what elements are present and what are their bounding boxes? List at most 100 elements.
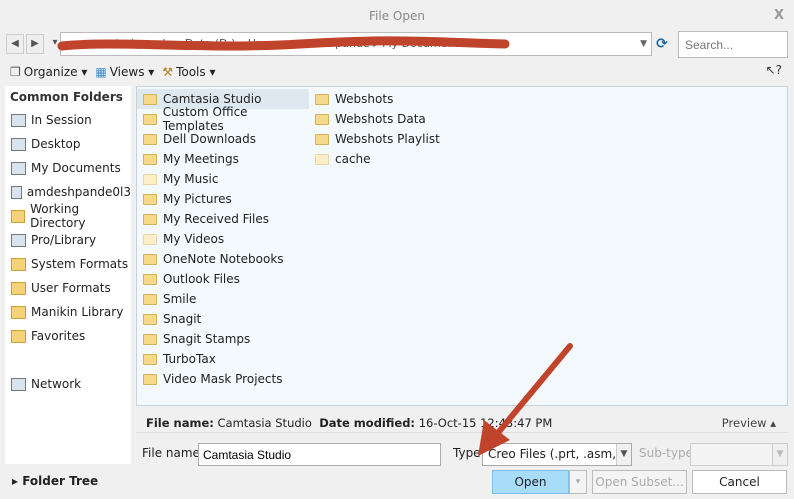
sidebar-item[interactable]: In Session <box>5 108 131 132</box>
folder-item[interactable]: My Videos <box>137 229 309 249</box>
folder-icon <box>143 333 157 345</box>
network-icon <box>11 377 26 391</box>
folder-icon <box>143 213 157 225</box>
folder-name: Custom Office Templates <box>162 105 248 133</box>
folder-item[interactable]: Webshots Data <box>309 109 481 129</box>
computer-icon <box>11 185 22 199</box>
sidebar-item-label: Network <box>31 377 82 391</box>
folder-item[interactable]: My Pictures <box>137 189 309 209</box>
address-bar[interactable]: ▸ amdeshpande ▸ Data (D:) ▸ Users ▸ amde… <box>60 32 652 56</box>
folder-item[interactable]: Snagit Stamps <box>137 329 309 349</box>
folder-icon <box>11 209 26 223</box>
folder-item[interactable]: Custom Office Templates <box>137 105 309 133</box>
sidebar-item[interactable]: Manikin Library <box>5 300 131 324</box>
open-button[interactable]: Open <box>492 470 569 494</box>
folder-tree-toggle[interactable]: ▸ Folder Tree <box>12 474 98 488</box>
open-subset-button[interactable]: Open Subset... <box>592 470 687 494</box>
folder-name: Snagit Stamps <box>163 332 251 346</box>
folder-name: Video Mask Projects <box>163 372 283 386</box>
folder-icon <box>143 133 157 145</box>
sidebar-item[interactable]: Favorites <box>5 324 131 348</box>
folder-icon <box>143 193 157 205</box>
type-value: Creo Files (.prt, .asm, .drw, ...) <box>488 447 631 461</box>
sidebar-item-label: Desktop <box>31 137 81 151</box>
folder-item[interactable]: Video Mask Projects <box>137 369 309 389</box>
sidebar-item[interactable]: Network <box>5 372 131 396</box>
tools-menu[interactable]: ⚒ Tools ▾ <box>162 62 215 82</box>
file-info-bar: File name: Camtasia Studio Date modified… <box>136 413 788 433</box>
folder-icon <box>143 233 157 245</box>
favorites-icon <box>11 329 26 343</box>
close-button[interactable]: X <box>774 8 784 23</box>
folder-name: My Received Files <box>163 212 270 226</box>
preview-toggle[interactable]: Preview ▴ <box>722 413 776 433</box>
folder-item[interactable]: Smile <box>137 289 309 309</box>
folder-icon <box>143 373 157 385</box>
folder-name: Smile <box>163 292 197 306</box>
sidebar-item[interactable]: My Documents <box>5 156 131 180</box>
sidebar-heading: Common Folders <box>10 90 123 104</box>
forward-button[interactable]: ▶ <box>26 34 44 54</box>
sidebar-item-label: In Session <box>31 113 92 127</box>
chevron-down-icon[interactable]: ▼ <box>640 33 647 55</box>
monitor-icon <box>11 113 26 127</box>
sidebar-item[interactable]: Working Directory <box>5 202 131 230</box>
cancel-button[interactable]: Cancel <box>692 470 787 494</box>
folder-name: Outlook Files <box>163 272 240 286</box>
folder-name: TurboTax <box>163 352 216 366</box>
folder-name: My Videos <box>163 232 225 246</box>
folder-icon <box>315 113 329 125</box>
folder-name: Dell Downloads <box>163 132 257 146</box>
sidebar-item-label: Working Directory <box>30 202 86 230</box>
sidebar-item-label: Pro/Library <box>31 233 97 247</box>
sidebar-item[interactable]: System Formats <box>5 252 131 276</box>
folder-icon <box>143 353 157 365</box>
search-input[interactable] <box>678 31 788 58</box>
documents-icon <box>11 161 26 175</box>
sidebar-item-label: Favorites <box>31 329 86 343</box>
organize-menu[interactable]: ❐ Organize ▾ <box>10 62 87 82</box>
help-button[interactable]: ↖? <box>766 63 782 77</box>
desktop-icon <box>11 137 26 151</box>
folder-name: Camtasia Studio <box>163 92 262 106</box>
folder-name: cache <box>335 152 371 166</box>
back-button[interactable]: ◀ <box>6 34 24 54</box>
folder-item[interactable]: Outlook Files <box>137 269 309 289</box>
folder-item[interactable]: cache <box>309 149 481 169</box>
folder-item[interactable]: My Received Files <box>137 209 309 229</box>
folder-item[interactable]: TurboTax <box>137 349 309 369</box>
sidebar-item[interactable]: User Formats <box>5 276 131 300</box>
views-menu[interactable]: ▦ Views ▾ <box>95 62 154 82</box>
folder-icon <box>315 93 329 105</box>
folder-item[interactable]: Snagit <box>137 309 309 329</box>
sidebar-item[interactable]: Pro/Library <box>5 228 131 252</box>
address-breadcrumb: ▸ amdeshpande ▸ Data (D:) ▸ Users ▸ amde… <box>85 37 465 50</box>
folder-item[interactable]: OneNote Notebooks <box>137 249 309 269</box>
subtype-label: Sub-type <box>639 446 693 460</box>
folder-item[interactable]: My Meetings <box>137 149 309 169</box>
folder-item[interactable]: My Music <box>137 169 309 189</box>
library-icon <box>11 233 26 247</box>
sidebar-item-label: Manikin Library <box>31 305 124 319</box>
refresh-button[interactable]: ⟳ <box>652 33 672 55</box>
folder-name: My Pictures <box>163 192 232 206</box>
type-select[interactable]: Creo Files (.prt, .asm, .drw, ...)▼ <box>482 443 632 466</box>
sidebar-item[interactable]: Desktop <box>5 132 131 156</box>
open-dropdown-button[interactable]: ▾ <box>569 470 587 494</box>
folder-name: My Music <box>163 172 219 186</box>
folder-item[interactable]: Webshots <box>309 89 481 109</box>
folder-name: Webshots Data <box>335 112 426 126</box>
sidebar-item[interactable]: amdeshpande0l3 <box>5 180 131 204</box>
chevron-down-icon[interactable]: ▼ <box>616 444 631 465</box>
file-list[interactable]: Camtasia Studio Custom Office Templates De… <box>136 86 788 406</box>
window-title: File Open <box>369 9 425 23</box>
folder-icon <box>143 253 157 265</box>
sidebar-item-label: My Documents <box>31 161 121 175</box>
file-name-input[interactable] <box>198 443 441 466</box>
folder-item[interactable]: Webshots Playlist <box>309 129 481 149</box>
chevron-down-icon: ▼ <box>772 444 787 465</box>
subtype-select[interactable]: ▼ <box>690 443 788 466</box>
folder-icon <box>143 273 157 285</box>
file-name-label: File name: <box>142 446 204 460</box>
views-icon: ▦ <box>95 65 107 79</box>
